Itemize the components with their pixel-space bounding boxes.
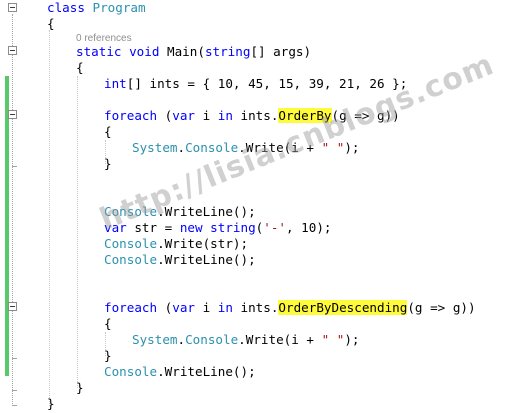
- text: (: [157, 108, 173, 123]
- text: [] args): [250, 44, 312, 59]
- keyword: class: [47, 0, 85, 15]
- text: .: [177, 140, 186, 155]
- outline-guide: [12, 14, 13, 404]
- code-line-brace[interactable]: }: [76, 380, 84, 396]
- char-literal: '-': [263, 220, 287, 235]
- code-line-write-str[interactable]: Console.Write(str);: [104, 236, 248, 252]
- string-literal: " ": [321, 332, 345, 347]
- text: (g => g)): [407, 300, 476, 315]
- keyword: foreach: [104, 108, 158, 123]
- class-name: Program: [92, 0, 146, 15]
- keyword: string: [204, 44, 251, 59]
- code-line-brace[interactable]: }: [104, 156, 112, 172]
- keyword: var: [172, 108, 195, 123]
- text: .WriteLine();: [157, 252, 256, 267]
- indent-guide: [49, 30, 50, 406]
- change-indicator-bar: [5, 76, 9, 376]
- keyword: string: [210, 220, 256, 235]
- text: i: [195, 108, 218, 123]
- code-line-main[interactable]: static void Main(string[] args): [76, 44, 311, 60]
- editor-gutter: [0, 0, 18, 413]
- method-name: Main: [167, 44, 198, 59]
- outline-end-tick: [12, 390, 17, 391]
- code-line-brace[interactable]: {: [104, 124, 112, 140]
- code-line-brace[interactable]: {: [76, 60, 84, 76]
- text: );: [344, 332, 360, 347]
- class-name: System: [132, 332, 178, 347]
- code-line-brace[interactable]: }: [104, 348, 112, 364]
- class-name: Console: [185, 332, 239, 347]
- code-line-brace[interactable]: }: [47, 396, 55, 412]
- keyword: in: [217, 108, 233, 123]
- keyword: in: [217, 300, 233, 315]
- keyword: var: [172, 300, 195, 315]
- highlighted-method[interactable]: OrderByDescending: [278, 300, 408, 315]
- text: (: [157, 300, 173, 315]
- code-line-class[interactable]: class Program: [47, 0, 146, 16]
- collapse-main-icon[interactable]: [8, 46, 17, 55]
- code-line-brace[interactable]: {: [47, 16, 55, 32]
- collapse-foreach2-icon[interactable]: [8, 302, 17, 311]
- keyword: foreach: [104, 300, 158, 315]
- code-line-writeline[interactable]: Console.WriteLine();: [104, 364, 256, 380]
- text: [] ints = { 10, 45, 15, 39, 21, 26 };: [126, 76, 408, 91]
- class-name: Console: [104, 364, 158, 379]
- collapse-foreach1-icon[interactable]: [8, 110, 17, 119]
- outline-end-tick: [12, 166, 17, 167]
- text: , 10);: [286, 220, 332, 235]
- text: );: [344, 140, 360, 155]
- outline-end-tick: [12, 405, 17, 406]
- code-line-brace[interactable]: {: [104, 316, 112, 332]
- code-line-write[interactable]: System.Console.Write(i + " ");: [132, 332, 360, 348]
- code-lens-references[interactable]: 0 references: [76, 33, 132, 44]
- text: .Write(str);: [157, 236, 249, 251]
- code-line-ints[interactable]: int[] ints = { 10, 45, 15, 39, 21, 26 };: [104, 76, 407, 92]
- text: ints.: [232, 300, 279, 315]
- collapse-class-icon[interactable]: [8, 3, 17, 12]
- class-name: Console: [104, 236, 158, 251]
- text: .: [177, 332, 186, 347]
- outline-end-tick: [12, 358, 17, 359]
- text: .Write(i +: [238, 332, 322, 347]
- text: (: [197, 44, 205, 59]
- text: i: [195, 300, 218, 315]
- keyword: int: [104, 76, 127, 91]
- text: ints.: [232, 108, 279, 123]
- class-name: System: [132, 140, 178, 155]
- code-line-foreach-orderbydescending[interactable]: foreach (var i in ints.OrderByDescending…: [104, 300, 476, 316]
- indent-guide: [77, 76, 78, 388]
- keyword: new: [179, 220, 203, 235]
- class-name: Console: [104, 252, 158, 267]
- text: .WriteLine();: [157, 364, 256, 379]
- code-line-writeline[interactable]: Console.WriteLine();: [104, 252, 256, 268]
- keyword: static void: [76, 44, 160, 59]
